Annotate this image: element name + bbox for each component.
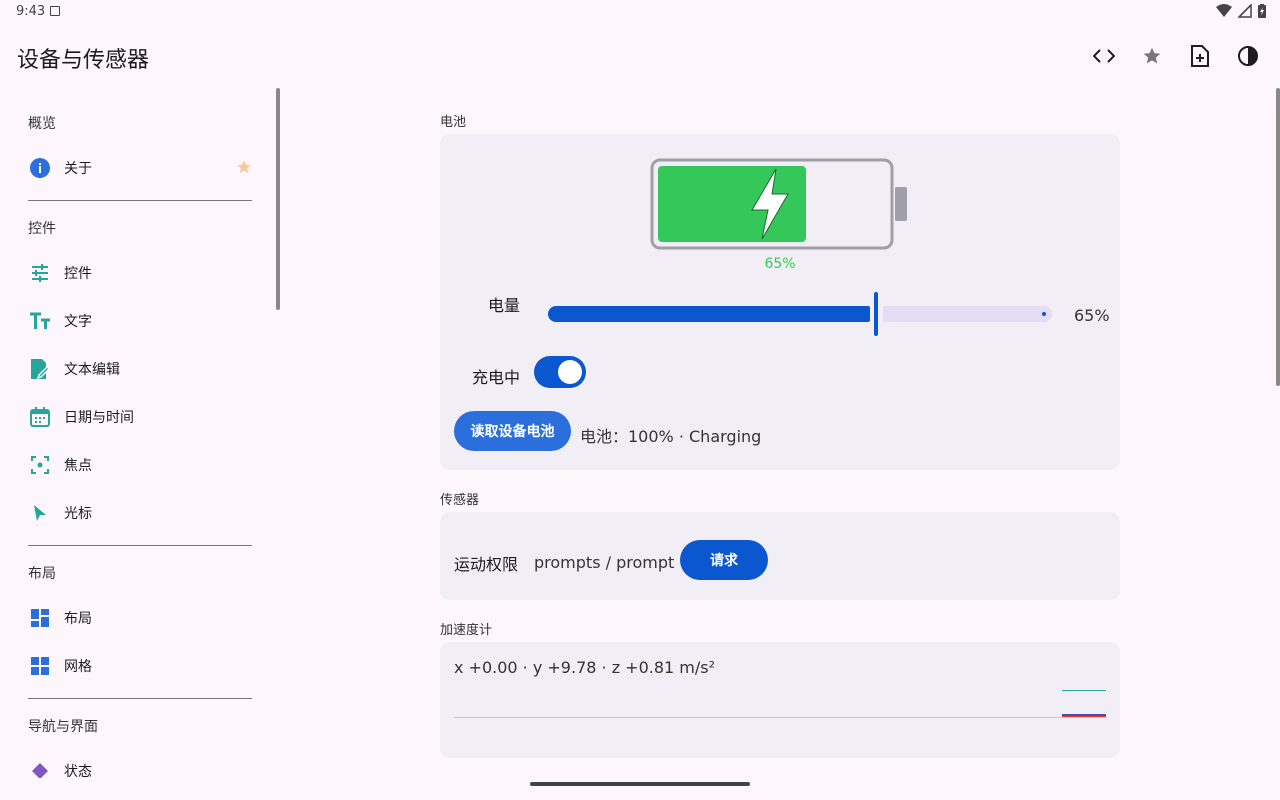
center-focus-icon [28, 453, 52, 477]
slider-active-track[interactable] [548, 306, 870, 322]
sidebar-item-layout[interactable]: 布局 [28, 598, 252, 638]
home-indicator[interactable] [530, 782, 750, 786]
favorite-button[interactable] [1140, 40, 1164, 72]
charging-label: 充电中 [472, 368, 521, 387]
sidebar-item-label: 焦点 [64, 458, 92, 474]
app-bar-actions [1092, 40, 1260, 72]
code-button[interactable] [1092, 40, 1116, 72]
contrast-icon [1238, 46, 1258, 66]
status-bar: 9:43 [0, 0, 1280, 24]
edit-note-icon [28, 357, 52, 381]
sidebar-header-navigation: 导航与界面 [28, 719, 98, 735]
sidebar-item-label: 布局 [64, 611, 92, 627]
divider [28, 545, 252, 546]
request-permission-button[interactable]: 请求 [680, 540, 768, 580]
sidebar-item-label: 关于 [64, 161, 92, 177]
diamond-icon [28, 759, 52, 778]
sidebar-scrollbar[interactable] [276, 88, 280, 310]
note-add-icon [1191, 45, 1209, 67]
grid-icon [28, 654, 52, 678]
wifi-icon [1216, 4, 1232, 17]
sensors-card: 运动权限 prompts / prompt 请求 [440, 512, 1120, 600]
accelerometer-card: x +0.00 · y +9.78 · z +0.81 m/s² [440, 642, 1120, 758]
cursor-icon [28, 501, 52, 525]
star-icon [1143, 47, 1161, 64]
sidebar-header-overview: 概览 [28, 116, 56, 132]
page-title: 设备与传感器 [17, 48, 150, 73]
accelerometer-reading: x +0.00 · y +9.78 · z +0.81 m/s² [454, 658, 716, 677]
sidebar-header-widgets: 控件 [28, 221, 56, 237]
sidebar-item-label: 状态 [64, 764, 92, 778]
sidebar-item-label: 控件 [64, 266, 92, 282]
new-note-button[interactable] [1188, 40, 1212, 72]
graph-series-x [1062, 716, 1106, 717]
sidebar-header-layout: 布局 [28, 566, 56, 582]
sidebar-item-text-edit[interactable]: 文本编辑 [28, 349, 252, 389]
sensors-section-label: 传感器 [440, 493, 480, 508]
switch-knob [558, 360, 582, 384]
sidebar-item-text[interactable]: 文字 [28, 301, 252, 341]
slider-thumb[interactable] [873, 292, 878, 336]
notification-icon [50, 6, 60, 16]
battery-illustration [650, 158, 910, 258]
sidebar-item-widgets[interactable]: 控件 [28, 253, 252, 293]
sidebar: 概览 关于 控件 控件 文字 文本编辑 日期与时间 焦点 光标 布局 布局 网格… [0, 88, 282, 778]
level-slider-value: 65% [1074, 306, 1110, 325]
favorite-star-icon[interactable] [236, 159, 252, 179]
charging-switch[interactable] [534, 356, 586, 388]
graph-series-y [1062, 690, 1106, 691]
sidebar-item-date-time[interactable]: 日期与时间 [28, 397, 252, 437]
info-icon [28, 156, 52, 180]
sidebar-item-label: 网格 [64, 659, 92, 675]
sidebar-item-grid[interactable]: 网格 [28, 646, 252, 686]
divider [28, 200, 252, 201]
divider [28, 698, 252, 699]
signal-icon [1238, 4, 1252, 18]
sidebar-item-status[interactable]: 状态 [28, 751, 252, 778]
motion-permission-label: 运动权限 [454, 555, 519, 574]
status-time: 9:43 [16, 4, 46, 19]
calendar-icon [28, 405, 52, 429]
dashboard-icon [28, 606, 52, 630]
main-scrollbar[interactable] [1276, 88, 1280, 386]
sidebar-item-about[interactable]: 关于 [28, 148, 252, 188]
slider-end-dot [1042, 312, 1046, 316]
graph-baseline [454, 717, 1106, 718]
level-slider-label: 电量 [488, 296, 521, 315]
battery-percentage: 65% [764, 256, 796, 272]
sidebar-item-label: 光标 [64, 506, 92, 522]
device-battery-status: 电池：100% · Charging [580, 427, 762, 446]
battery-status-icon [1258, 4, 1266, 18]
battery-card: 65% 电量 65% 充电中 读取设备电池 电池：100% · Charging [440, 134, 1120, 470]
motion-permission-value: prompts / prompt [534, 553, 675, 572]
read-battery-button[interactable]: 读取设备电池 [454, 411, 571, 451]
status-icons [1216, 4, 1266, 18]
sidebar-item-cursor[interactable]: 光标 [28, 493, 252, 533]
accelerometer-section-label: 加速度计 [440, 623, 493, 638]
code-icon [1093, 49, 1115, 63]
battery-section-label: 电池 [440, 115, 467, 130]
charging-bolt-icon [751, 168, 789, 240]
text-fields-icon [28, 309, 52, 333]
theme-button[interactable] [1236, 40, 1260, 72]
sidebar-item-focus[interactable]: 焦点 [28, 445, 252, 485]
tune-icon [28, 261, 52, 285]
sidebar-item-label: 日期与时间 [64, 410, 134, 426]
sidebar-item-label: 文本编辑 [64, 362, 120, 378]
slider-inactive-track[interactable] [882, 306, 1052, 322]
sidebar-item-label: 文字 [64, 314, 92, 330]
